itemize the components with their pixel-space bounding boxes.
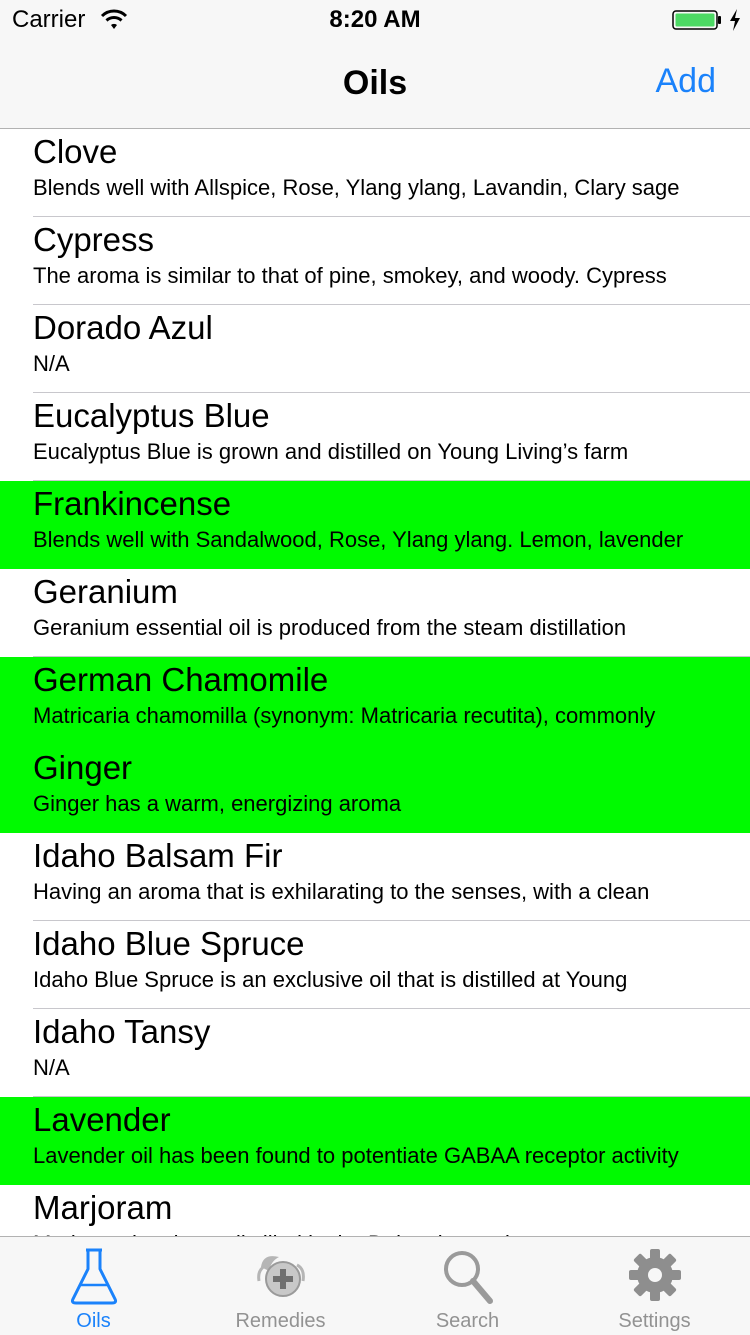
list-item[interactable]: Clove Blends well with Allspice, Rose, Yl… <box>0 129 750 217</box>
oil-name: Lavender <box>33 1101 171 1138</box>
page-title: Oils <box>342 64 408 102</box>
navigation-bar: Oils Add <box>0 40 750 129</box>
list-item[interactable]: Ginger Ginger has a warm, energizing arom… <box>0 745 750 833</box>
charging-icon <box>730 9 740 31</box>
oil-description: Ginger has a warm, energizing aroma <box>33 791 402 816</box>
list-item[interactable]: Frankincense Blends well with Sandalwood,… <box>0 481 750 569</box>
oil-name: Frankincense <box>33 485 232 522</box>
search-icon <box>443 1251 493 1304</box>
oil-description: Having an aroma that is exhilarating to … <box>33 879 650 904</box>
oil-description: The aroma is similar to that of pine, sm… <box>33 263 667 288</box>
list-item[interactable]: German Chamomile Matricaria chamomilla (s… <box>0 657 750 745</box>
oil-description: Blends well with Allspice, Rose, Ylang y… <box>33 175 680 200</box>
oil-name: Geranium <box>33 573 178 610</box>
tab-bar: Oils Remedies Search Settings <box>0 1236 750 1335</box>
oil-name: Cypress <box>33 221 155 258</box>
oil-description: Blends well with Sandalwood, Rose, Ylang… <box>33 527 684 552</box>
oil-name: Idaho Tansy <box>33 1013 211 1050</box>
oil-description: N/A <box>33 1055 70 1080</box>
list-item[interactable]: MarjoramMarjoram has been distilled in t… <box>0 1185 750 1236</box>
oil-name: Idaho Balsam Fir <box>33 837 283 874</box>
oil-name: Eucalyptus Blue <box>33 397 270 434</box>
tab-remedies[interactable]: Remedies <box>187 1237 374 1335</box>
tab-label: Remedies <box>235 1310 326 1332</box>
add-button[interactable]: Add <box>656 62 717 101</box>
oil-description: Geranium essential oil is produced from … <box>33 615 627 640</box>
battery-icon <box>672 10 721 30</box>
list-item[interactable]: Cypress The aroma is similar to that of p… <box>0 217 750 305</box>
tab-search[interactable]: Search <box>374 1237 561 1335</box>
tab-label: Settings <box>618 1310 691 1332</box>
list-item[interactable]: Geranium Geranium essential oil is produc… <box>0 569 750 657</box>
oil-description: Lavender oil has been found to potentiat… <box>33 1143 679 1168</box>
status-time: 8:20 AM <box>329 6 421 33</box>
oil-description: Eucalyptus Blue is grown and distilled o… <box>33 439 629 464</box>
list-item[interactable]: Idaho Blue Spruce Idaho Blue Spruce is an… <box>0 921 750 1009</box>
tab-oils[interactable]: Oils <box>0 1237 187 1335</box>
tab-label: Oils <box>76 1310 111 1332</box>
oil-name: German Chamomile <box>33 661 329 698</box>
oil-name: Idaho Blue Spruce <box>33 925 305 962</box>
gear-icon <box>628 1249 681 1301</box>
flask-icon <box>70 1248 117 1305</box>
oil-name: Clove <box>33 133 118 170</box>
list-item[interactable]: Idaho Tansy N/A <box>0 1009 750 1097</box>
oils-list[interactable]: Clove Blends well with Allspice, Rose, Yl… <box>0 129 750 1236</box>
oil-description: Idaho Blue Spruce is an exclusive oil th… <box>33 967 628 992</box>
list-item[interactable]: Dorado Azul N/A <box>0 305 750 393</box>
oil-description: N/A <box>33 351 70 376</box>
oil-name: Ginger <box>33 749 133 786</box>
oil-description: Matricaria chamomilla (synonym: Matricar… <box>33 703 656 728</box>
tab-settings[interactable]: Settings <box>561 1237 748 1335</box>
list-item[interactable]: Eucalyptus Blue Eucalyptus Blue is grown … <box>0 393 750 481</box>
oil-name: Marjoram <box>33 1189 173 1226</box>
list-item[interactable]: Idaho Balsam Fir Having an aroma that is … <box>0 833 750 921</box>
remedies-icon <box>256 1256 305 1297</box>
tab-label: Search <box>435 1310 500 1332</box>
oil-name: Dorado Azul <box>33 309 213 346</box>
list-item[interactable]: Lavender Lavender oil has been found to p… <box>0 1097 750 1185</box>
status-bar: Carrier 8:20 AM <box>0 0 750 40</box>
